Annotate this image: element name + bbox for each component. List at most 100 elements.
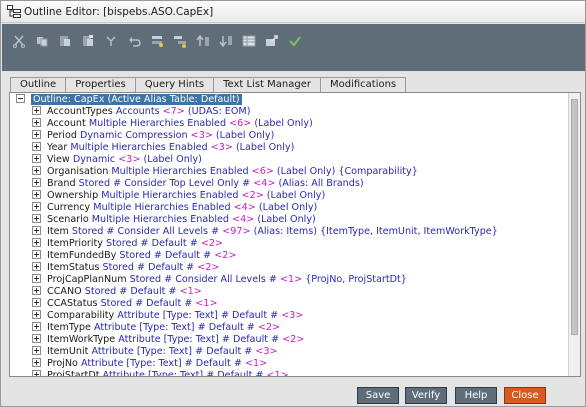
tree-row[interactable]: ItemWorkType Attribute [Type: Text] # De… [10, 334, 569, 346]
expand-toggle-icon[interactable] [32, 154, 41, 163]
member-name[interactable]: View [47, 154, 70, 165]
tree-row[interactable]: View Dynamic <3> (Label Only) [10, 154, 569, 166]
verify-check-icon[interactable] [286, 33, 303, 50]
tab-query-hints[interactable]: Query Hints [134, 77, 215, 93]
tree-root-row[interactable]: Outline: CapEx (Active Alias Table: Defa… [10, 94, 569, 106]
tree-row[interactable]: Period Dynamic Compression <3> (Label On… [10, 130, 569, 142]
expand-toggle-icon[interactable] [32, 238, 41, 247]
expand-toggle-icon[interactable] [32, 322, 41, 331]
member-attributes: Attribute [Type: Text] # Default # [102, 370, 264, 376]
member-name[interactable]: ItemType [47, 322, 91, 333]
expand-toggle-icon[interactable] [32, 298, 41, 307]
tree-row[interactable]: ProjStartDt Attribute [Type: Text] # Def… [10, 370, 569, 376]
tree-row[interactable]: Brand Stored # Consider Top Level Only #… [10, 178, 569, 190]
expand-toggle-icon[interactable] [32, 274, 41, 283]
tree-row[interactable]: Account Multiple Hierarchies Enabled <6>… [10, 118, 569, 130]
tree-row[interactable]: ItemStatus Stored # Default # <2> [10, 262, 569, 274]
tree-row[interactable]: AccountTypes Accounts <7> (UDAS: EOM) [10, 106, 569, 118]
member-name[interactable]: ProjCapPlanNum [47, 274, 127, 285]
tree-row[interactable]: Currency Multiple Hierarchies Enabled <4… [10, 202, 569, 214]
member-attributes: Stored # Default # [119, 250, 212, 261]
expand-toggle-icon[interactable] [32, 262, 41, 271]
add-child-icon[interactable] [171, 33, 188, 50]
tree-row[interactable]: Comparability Attribute [Type: Text] # D… [10, 310, 569, 322]
close-button[interactable]: Close [504, 387, 546, 404]
save-button[interactable]: Save [357, 387, 399, 404]
paste-special-icon[interactable] [79, 33, 96, 50]
cut-icon[interactable] [10, 33, 27, 50]
member-name[interactable]: CCANO [47, 286, 82, 297]
expand-toggle-icon[interactable] [32, 250, 41, 259]
tree-row[interactable]: Organisation Multiple Hierarchies Enable… [10, 166, 569, 178]
tree-row[interactable]: CCAStatus Stored # Default # <1> [10, 298, 569, 310]
member-name[interactable]: Brand [47, 178, 76, 189]
tab-text-list-manager[interactable]: Text List Manager [213, 77, 321, 93]
member-name[interactable]: ItemFundedBy [47, 250, 116, 261]
member-name[interactable]: Currency [47, 202, 90, 213]
tree-row[interactable]: ItemUnit Attribute [Type: Text] # Defaul… [10, 346, 569, 358]
expand-toggle-icon[interactable] [32, 346, 41, 355]
tree-row[interactable]: Ownership Multiple Hierarchies Enabled <… [10, 190, 569, 202]
expand-toggle-icon[interactable] [32, 286, 41, 295]
tree-row[interactable]: ItemType Attribute [Type: Text] # Defaul… [10, 322, 569, 334]
expand-toggle-icon[interactable] [32, 214, 41, 223]
expand-toggle-icon[interactable] [32, 142, 41, 151]
undo-icon[interactable] [125, 33, 142, 50]
alias-table-icon[interactable] [240, 33, 257, 50]
tree-row[interactable]: Year Multiple Hierarchies Enabled <3> (L… [10, 142, 569, 154]
expand-toggle-icon[interactable] [32, 118, 41, 127]
tree-row[interactable]: CCANO Stored # Default # <1> [10, 286, 569, 298]
member-name[interactable]: ItemStatus [47, 262, 99, 273]
expand-toggle-icon[interactable] [32, 334, 41, 343]
export-icon[interactable] [263, 33, 280, 50]
member-name[interactable]: Ownership [47, 190, 98, 201]
tree-row[interactable]: Scenario Multiple Hierarchies Enabled <4… [10, 214, 569, 226]
member-name[interactable]: ProjStartDt [47, 370, 99, 376]
member-name[interactable]: CCAStatus [47, 298, 98, 309]
member-name[interactable]: ItemWorkType [47, 334, 115, 345]
verify-button[interactable]: Verify [405, 387, 447, 404]
tree-row[interactable]: ProjCapPlanNum Stored # Consider All Lev… [10, 274, 569, 286]
expand-toggle-icon[interactable] [32, 178, 41, 187]
expand-toggle-icon[interactable] [32, 190, 41, 199]
member-name[interactable]: Comparability [47, 310, 114, 321]
tree-row[interactable]: ItemPriority Stored # Default # <2> [10, 238, 569, 250]
member-name[interactable]: Organisation [47, 166, 108, 177]
member-name[interactable]: Period [47, 130, 77, 141]
member-name[interactable]: Item [47, 226, 69, 237]
expand-toggle-icon[interactable] [32, 226, 41, 235]
expand-toggle-icon[interactable] [32, 106, 41, 115]
expand-toggle-icon[interactable] [32, 130, 41, 139]
tree-root-label[interactable]: Outline: CapEx (Active Alias Table: Defa… [31, 94, 242, 105]
expand-toggle-icon[interactable] [32, 202, 41, 211]
move-down-icon[interactable] [217, 33, 234, 50]
copy-icon[interactable] [33, 33, 50, 50]
help-button[interactable]: Help [455, 387, 497, 404]
member-attributes: Multiple Hierarchies Enabled [91, 214, 230, 225]
member-name[interactable]: AccountTypes [47, 106, 113, 117]
tree-row[interactable]: ItemFundedBy Stored # Default # <2> [10, 250, 569, 262]
member-properties-icon[interactable] [102, 33, 119, 50]
scrollbar-thumb[interactable] [571, 99, 578, 335]
expand-toggle-icon[interactable] [32, 310, 41, 319]
tab-outline[interactable]: Outline [10, 77, 67, 93]
member-name[interactable]: ProjNo [47, 358, 78, 369]
collapse-toggle-icon[interactable] [16, 94, 25, 103]
member-name[interactable]: ItemPriority [47, 238, 103, 249]
member-attributes: Stored # Default # [102, 262, 195, 273]
add-sibling-icon[interactable] [148, 33, 165, 50]
tab-modifications[interactable]: Modifications [319, 77, 407, 93]
expand-toggle-icon[interactable] [32, 370, 41, 376]
member-name[interactable]: Scenario [47, 214, 89, 225]
move-up-icon[interactable] [194, 33, 211, 50]
member-name[interactable]: Year [47, 142, 67, 153]
paste-icon[interactable] [56, 33, 73, 50]
expand-toggle-icon[interactable] [32, 358, 41, 367]
tab-properties[interactable]: Properties [65, 77, 136, 93]
expand-toggle-icon[interactable] [32, 166, 41, 175]
tree-row[interactable]: ProjNo Attribute [Type: Text] # Default … [10, 358, 569, 370]
vertical-scrollbar[interactable] [568, 93, 580, 376]
member-name[interactable]: ItemUnit [47, 346, 88, 357]
tree-row[interactable]: Item Stored # Consider All Levels # <97>… [10, 226, 569, 238]
member-name[interactable]: Account [47, 118, 86, 129]
